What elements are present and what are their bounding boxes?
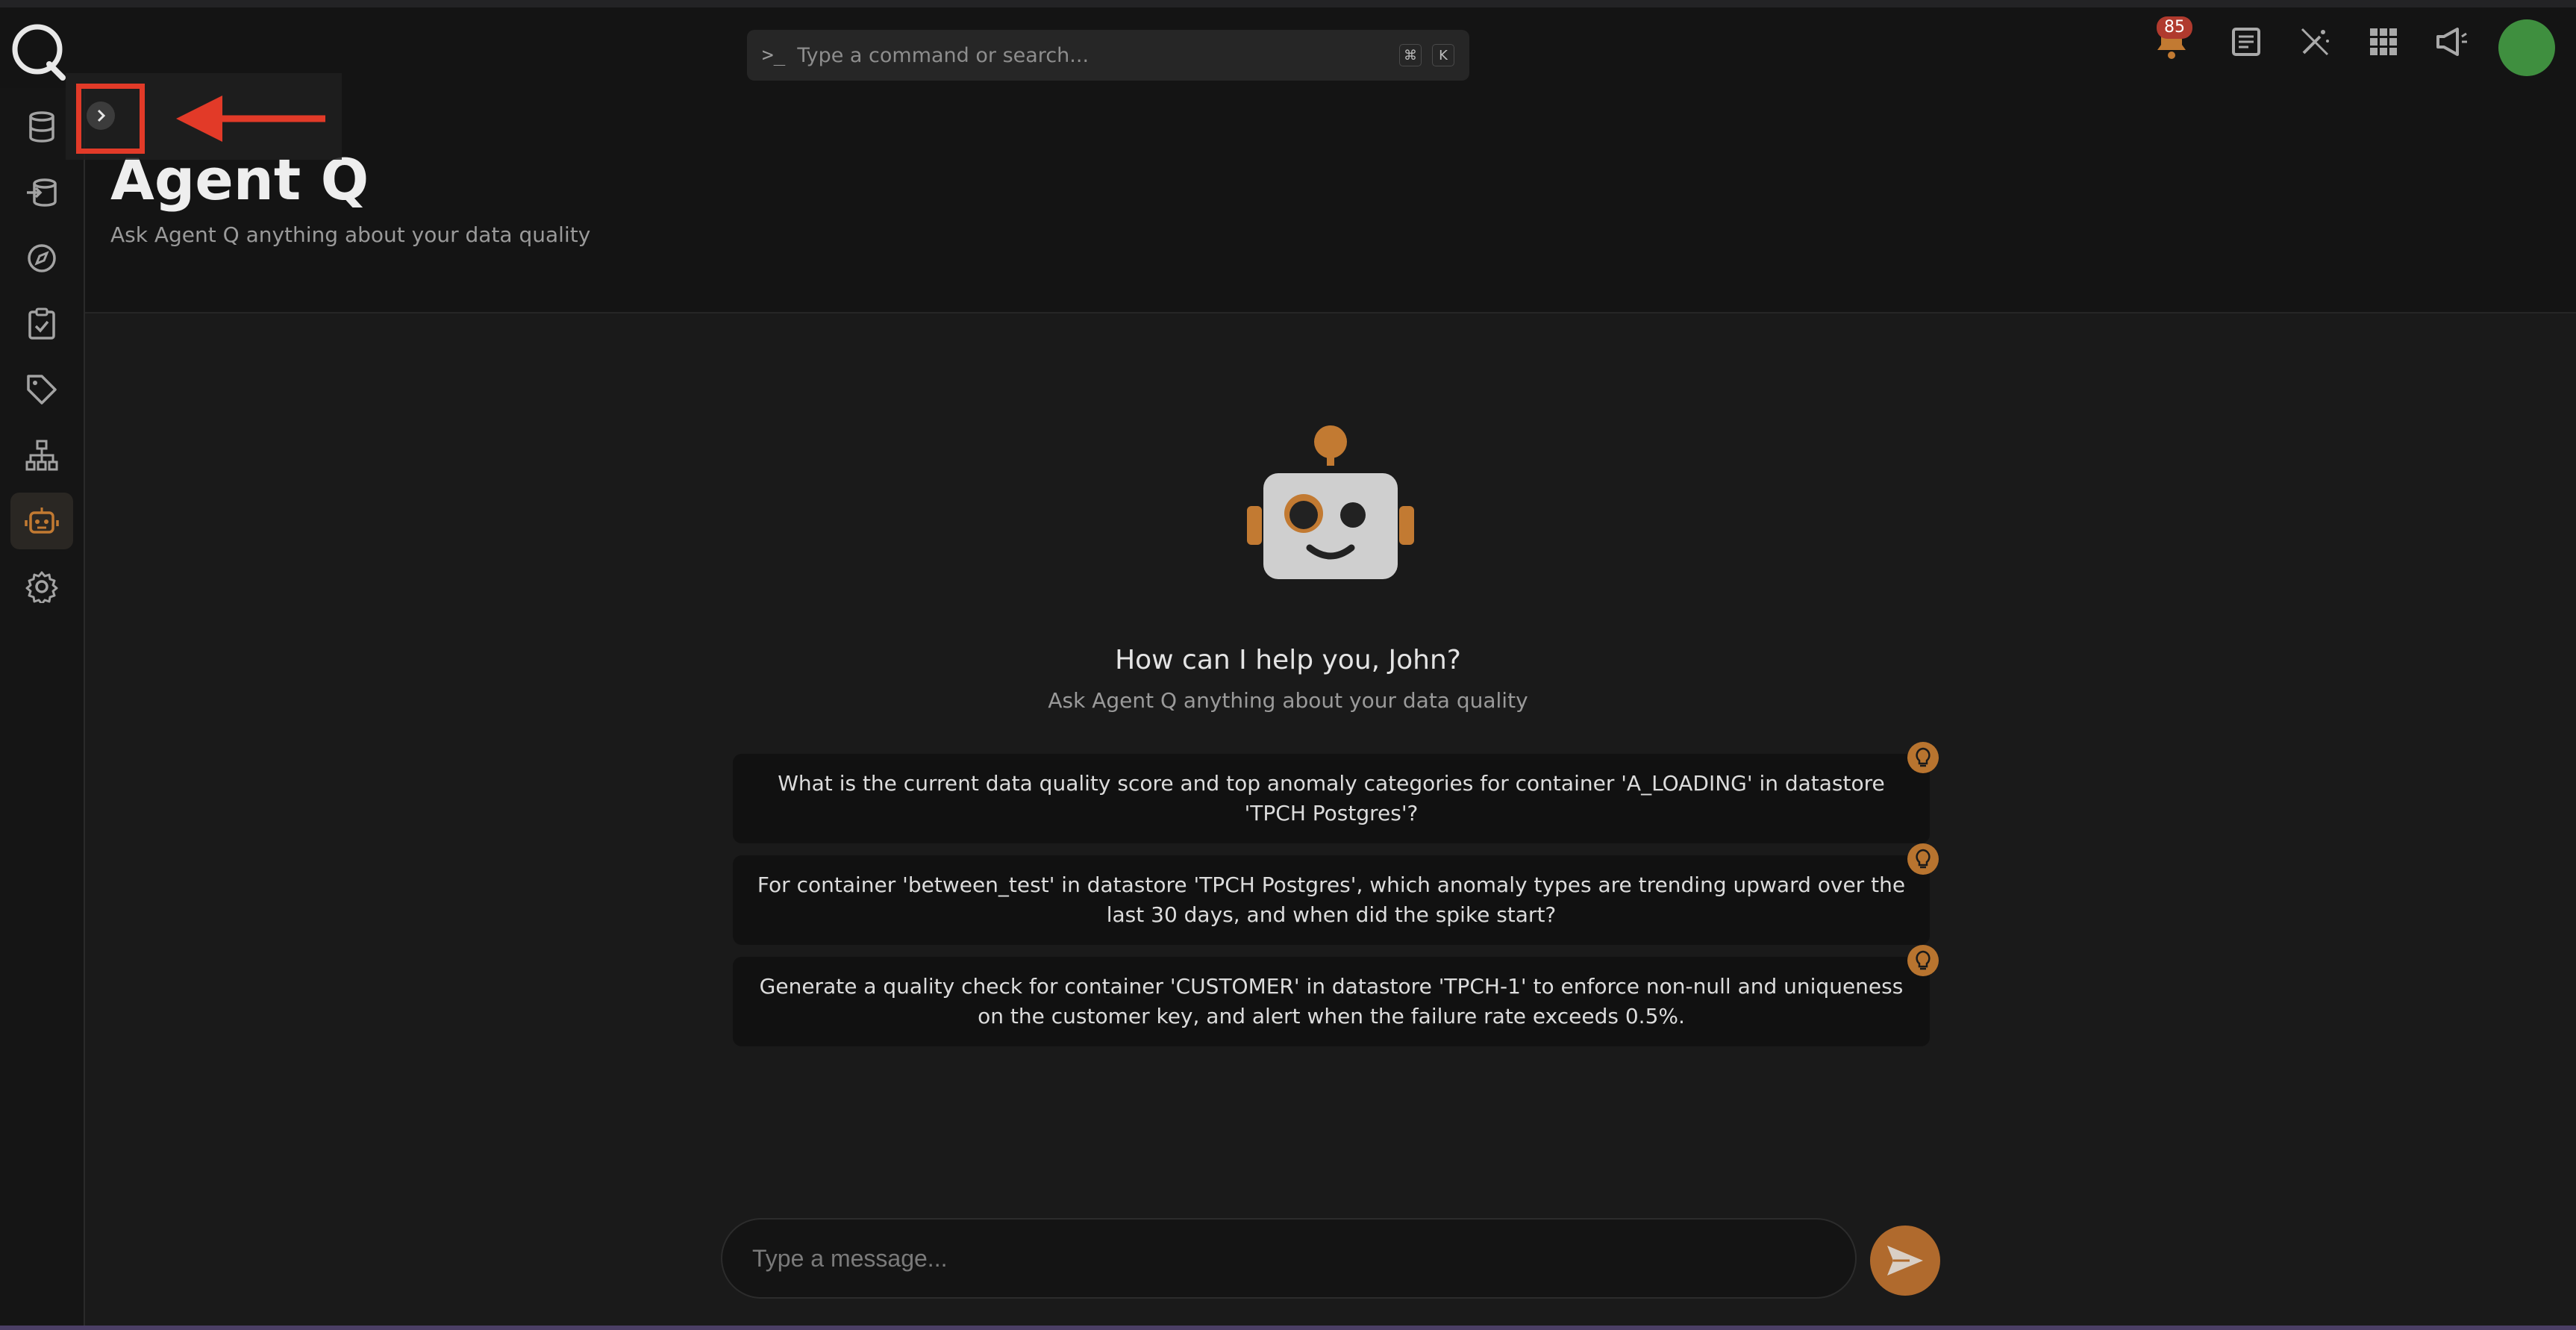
megaphone-icon[interactable] xyxy=(2431,21,2473,63)
lightbulb-icon xyxy=(1907,742,1939,773)
sidebar-item-tags[interactable] xyxy=(10,361,73,418)
database-icon xyxy=(29,111,54,143)
highlight-box xyxy=(76,84,145,154)
command-search-bar[interactable]: >_ Type a command or search... ⌘ K xyxy=(747,30,1469,81)
sidebar-item-hierarchy[interactable] xyxy=(10,427,73,484)
magic-wand-off-icon[interactable] xyxy=(2294,21,2336,63)
sidebar-item-explore[interactable] xyxy=(10,230,73,287)
suggestion-card[interactable]: What is the current data quality score a… xyxy=(733,754,1930,843)
window-frame-bottom xyxy=(0,1326,2576,1330)
page-subtitle: Ask Agent Q anything about your data qua… xyxy=(110,222,591,247)
annotation-arrow-icon xyxy=(176,96,325,142)
sidebar-item-settings[interactable] xyxy=(10,558,73,615)
sidebar-item-datastores[interactable] xyxy=(10,99,73,155)
greeting-subtitle: Ask Agent Q anything about your data qua… xyxy=(1048,688,1528,713)
explore-compass-icon xyxy=(28,244,56,272)
shortcut-key-cmd: ⌘ xyxy=(1399,44,1422,66)
robot-icon xyxy=(25,508,59,534)
page-header: Agent Q Ask Agent Q anything about your … xyxy=(85,88,2576,313)
greeting-heading: How can I help you, John? xyxy=(1115,645,1461,675)
suggestion-card[interactable]: Generate a quality check for container '… xyxy=(733,957,1930,1046)
suggestion-card[interactable]: For container 'between_test' in datastor… xyxy=(733,855,1930,945)
checklist-icon xyxy=(28,307,55,340)
message-input[interactable] xyxy=(721,1218,1857,1299)
agent-q-robot-illustration xyxy=(1247,425,1414,579)
send-icon xyxy=(1887,1246,1923,1276)
sidebar-item-checks[interactable] xyxy=(10,296,73,352)
lightbulb-icon xyxy=(1907,843,1939,875)
hierarchy-icon xyxy=(25,440,58,471)
user-avatar[interactable] xyxy=(2498,19,2555,76)
sidebar-item-agent-q[interactable] xyxy=(10,493,73,549)
tag-icon xyxy=(27,375,57,405)
qualytics-logo-icon[interactable] xyxy=(10,21,67,81)
shortcut-key-k: K xyxy=(1432,44,1454,66)
notification-count-badge: 85 xyxy=(2157,16,2192,39)
gear-icon xyxy=(25,571,58,603)
terminal-prompt-icon: >_ xyxy=(762,44,786,66)
lightbulb-icon xyxy=(1907,945,1939,976)
send-button[interactable] xyxy=(1870,1226,1940,1296)
command-search-placeholder: Type a command or search... xyxy=(797,43,1090,67)
sidebar-item-sources[interactable] xyxy=(10,164,73,221)
window-frame-top xyxy=(0,0,2576,7)
source-datastore-icon xyxy=(27,178,57,207)
document-icon[interactable] xyxy=(2225,21,2267,63)
apps-grid-icon[interactable] xyxy=(2363,21,2404,63)
